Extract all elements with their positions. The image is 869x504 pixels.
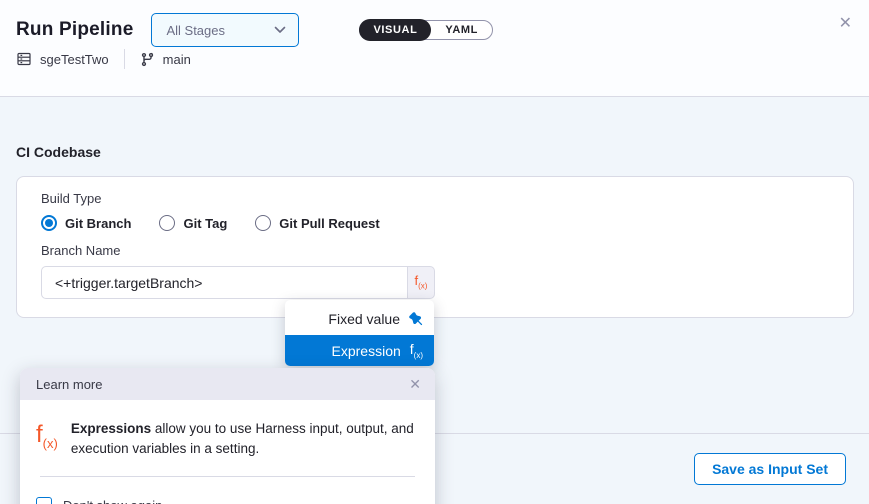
branch-name-input-group: f(x) <box>41 266 435 299</box>
radio-git-branch[interactable]: Git Branch <box>41 215 131 231</box>
popover-header: Learn more ✕ <box>20 368 435 400</box>
fx-icon: f(x) <box>415 274 428 291</box>
radio-label: Git Branch <box>65 216 131 231</box>
page-title: Run Pipeline <box>16 19 133 41</box>
repo-name: sgeTestTwo <box>40 52 109 67</box>
dont-show-again-checkbox[interactable] <box>36 497 52 504</box>
fx-icon: f(x) <box>410 342 423 360</box>
menu-item-expression[interactable]: Expression f(x) <box>285 335 434 366</box>
branch-name: main <box>163 52 191 67</box>
header-row-top: Run Pipeline All Stages VISUAL YAML ✕ <box>16 0 853 47</box>
radio-git-tag[interactable]: Git Tag <box>159 215 227 231</box>
dont-show-again-row: Don't show again <box>36 497 419 504</box>
run-pipeline-body: CI Codebase Build Type Git Branch Git Ta… <box>0 97 869 504</box>
radio-git-pull-request[interactable]: Git Pull Request <box>255 215 379 231</box>
learn-more-popover: Learn more ✕ f(x) Expressions allow you … <box>20 368 435 504</box>
ci-codebase-title: CI Codebase <box>16 144 101 160</box>
tab-visual[interactable]: VISUAL <box>359 19 431 41</box>
fx-icon: f(x) <box>36 423 58 450</box>
popover-close-icon[interactable]: ✕ <box>409 377 421 391</box>
menu-item-label: Expression <box>332 343 401 359</box>
menu-item-fixed-value[interactable]: Fixed value <box>285 303 434 335</box>
menu-item-label: Fixed value <box>328 311 400 327</box>
popover-divider <box>40 476 415 477</box>
stage-select-value: All Stages <box>166 23 225 38</box>
expression-fx-button[interactable]: f(x) <box>408 266 435 299</box>
repository-icon <box>16 51 32 67</box>
pin-icon <box>409 312 423 326</box>
popover-body: f(x) Expressions allow you to use Harnes… <box>20 400 435 504</box>
visual-yaml-toggle: VISUAL YAML <box>359 20 493 40</box>
expression-info-row: f(x) Expressions allow you to use Harnes… <box>36 419 419 459</box>
dont-show-again-label: Don't show again <box>63 498 162 504</box>
radio-button-icon <box>255 215 271 231</box>
vertical-divider <box>124 49 125 69</box>
branch-name-input[interactable] <box>41 266 408 299</box>
radio-button-icon <box>159 215 175 231</box>
repo-branch-row: sgeTestTwo main <box>16 49 853 69</box>
build-type-label: Build Type <box>41 191 829 206</box>
stage-select[interactable]: All Stages <box>151 13 299 47</box>
value-type-menu: Fixed value Expression f(x) <box>285 300 434 366</box>
radio-label: Git Tag <box>183 216 227 231</box>
radio-label: Git Pull Request <box>279 216 379 231</box>
build-type-radio-group: Git Branch Git Tag Git Pull Request <box>41 215 829 231</box>
close-icon[interactable]: ✕ <box>839 16 852 32</box>
popover-title: Learn more <box>36 377 102 392</box>
tab-yaml[interactable]: YAML <box>431 20 492 40</box>
expression-description: Expressions allow you to use Harness inp… <box>71 419 419 459</box>
git-branch-icon <box>140 52 155 67</box>
ci-codebase-card: Build Type Git Branch Git Tag Git Pull R… <box>16 176 854 318</box>
run-pipeline-header: Run Pipeline All Stages VISUAL YAML ✕ sg… <box>0 0 869 97</box>
radio-button-icon <box>41 215 57 231</box>
chevron-down-icon <box>274 26 286 34</box>
save-as-input-set-button[interactable]: Save as Input Set <box>694 453 846 485</box>
branch-name-label: Branch Name <box>41 243 829 258</box>
